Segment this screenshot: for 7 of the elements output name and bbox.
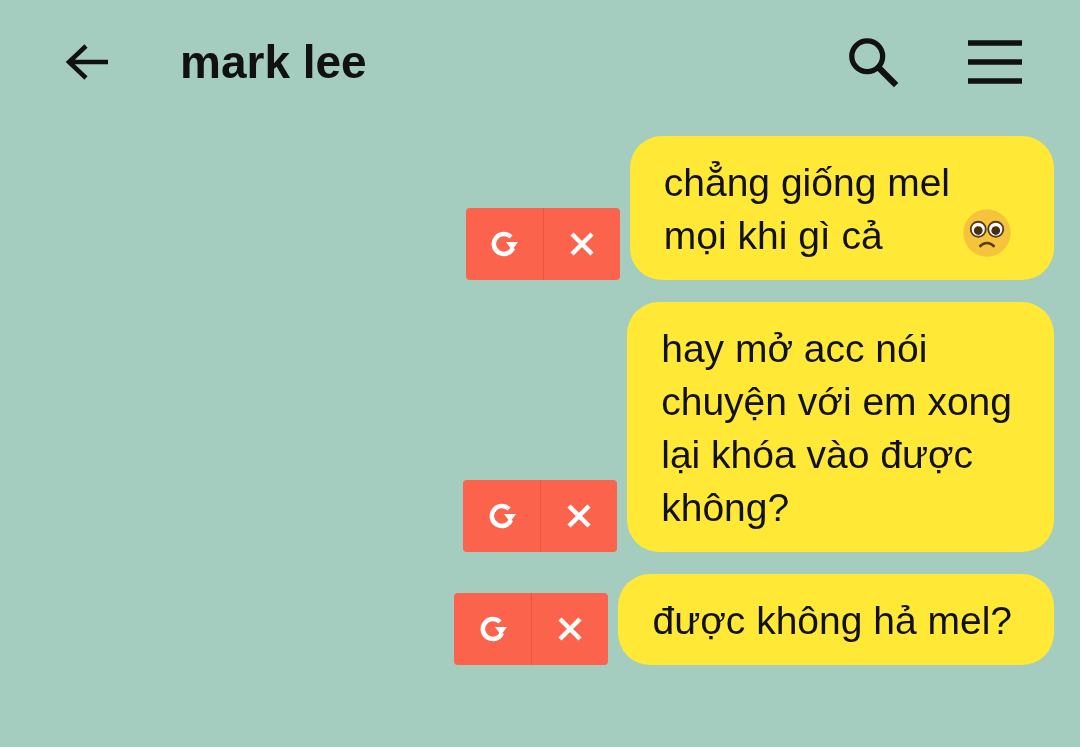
message-text: được không hả mel? <box>652 598 1012 644</box>
menu-icon[interactable] <box>968 40 1022 84</box>
search-icon[interactable] <box>846 35 900 89</box>
contact-name: mark lee <box>180 35 367 89</box>
message-text: chẳng giống mel mọi khi gì cả <box>663 160 950 259</box>
message-text: hay mở acc nói chuyện với em xong lại khóa vào được không? <box>661 326 1012 531</box>
retry-icon <box>489 229 520 259</box>
